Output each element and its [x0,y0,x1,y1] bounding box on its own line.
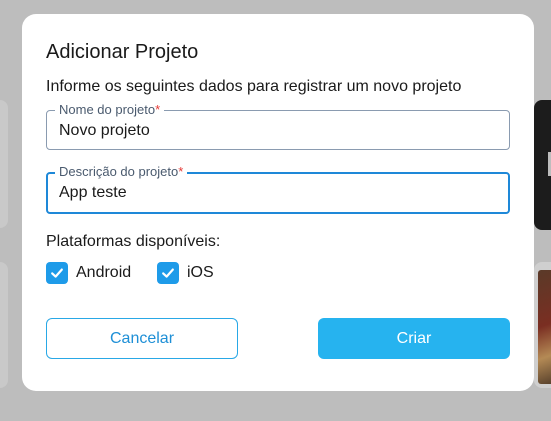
background-card [0,100,8,228]
android-label[interactable]: Android [76,264,131,282]
platform-option-ios[interactable]: iOS [157,262,214,284]
project-name-label: Nome do projeto* [55,102,165,118]
add-project-dialog: Adicionar Projeto Informe os seguintes d… [22,14,534,391]
project-name-field[interactable]: Nome do projeto* [46,102,510,150]
check-icon [162,268,174,278]
check-icon [51,268,63,278]
required-mark: * [178,164,184,179]
android-checkbox[interactable] [46,262,68,284]
create-button[interactable]: Criar [318,318,510,359]
project-name-label-text: Nome do projeto [59,102,156,117]
background-card-image [534,262,551,388]
background-card [0,262,8,388]
ios-label[interactable]: iOS [187,264,214,282]
dialog-title: Adicionar Projeto [46,41,199,63]
project-description-input[interactable] [59,184,489,202]
cancel-button[interactable]: Cancelar [46,318,238,359]
project-description-field[interactable]: Descrição do projeto* [46,164,510,214]
dialog-subtitle: Informe os seguintes dados para registra… [46,78,462,95]
platforms-label: Plataformas disponíveis: [46,233,221,250]
platform-option-android[interactable]: Android [46,262,131,284]
required-mark: * [155,102,161,117]
project-name-input[interactable] [59,122,489,140]
background-card [534,100,551,230]
ios-checkbox[interactable] [157,262,179,284]
project-description-label-text: Descrição do projeto [59,164,179,179]
project-description-label: Descrição do projeto* [55,164,188,180]
